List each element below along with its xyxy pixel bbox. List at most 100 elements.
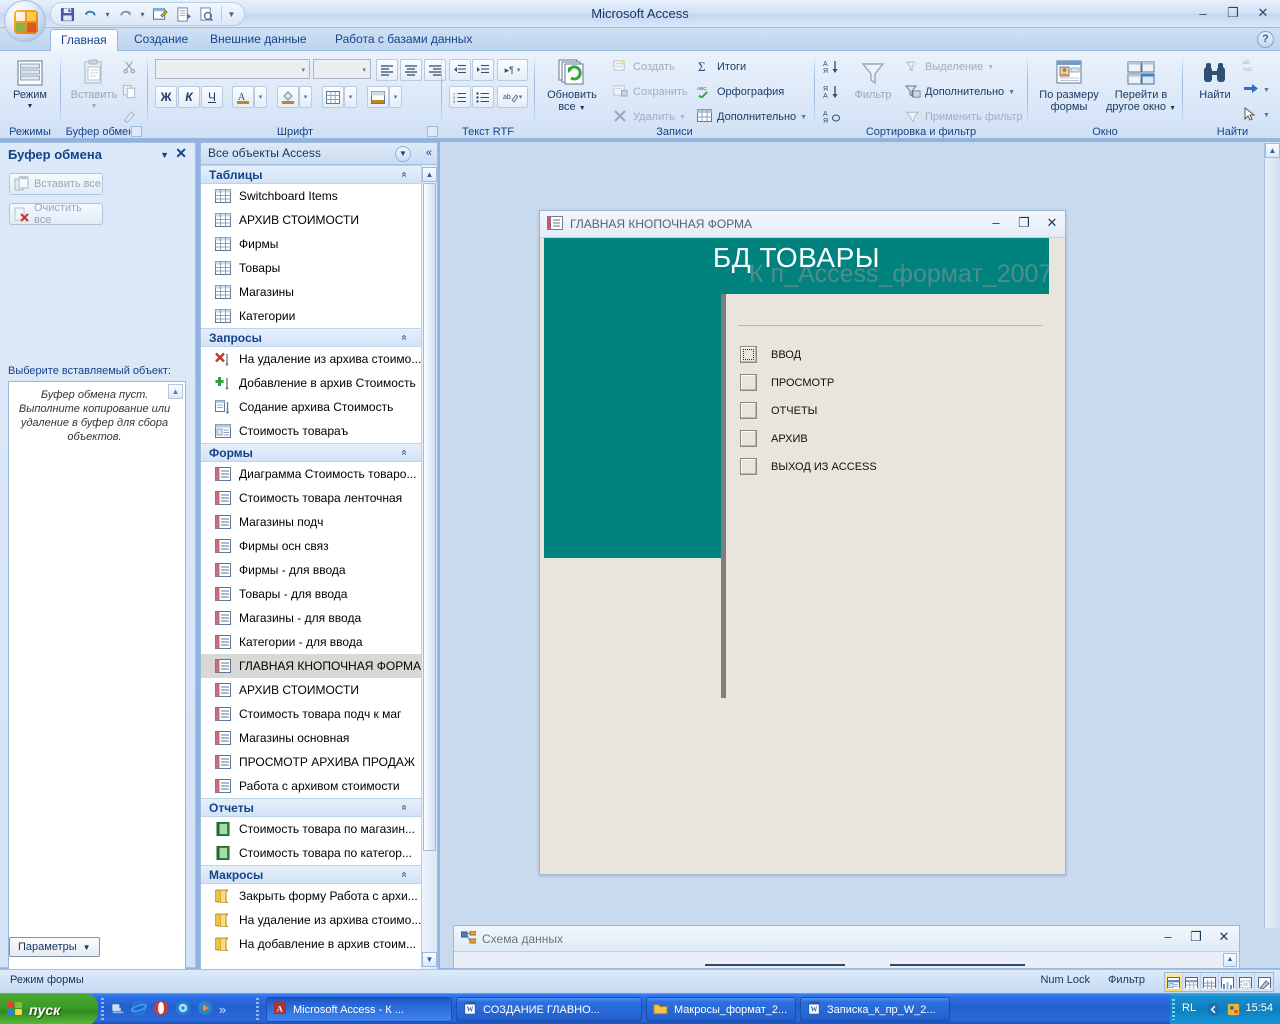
- tab-external-data[interactable]: Внешние данные: [200, 29, 317, 51]
- relationships-restore-button[interactable]: ❐: [1189, 929, 1203, 945]
- tray-language-indicator[interactable]: RL: [1182, 1002, 1196, 1014]
- switchboard-option-button-1[interactable]: [740, 346, 757, 363]
- align-center-button[interactable]: [400, 59, 422, 81]
- alternate-fill-button[interactable]: [367, 86, 389, 108]
- refresh-all-icon[interactable]: [150, 4, 170, 24]
- bulleted-list-button[interactable]: [472, 86, 494, 108]
- go-to-button[interactable]: ▼: [1243, 82, 1270, 98]
- relationships-canvas[interactable]: ▲: [455, 952, 1238, 968]
- tray-arrow-icon[interactable]: [1206, 1002, 1221, 1020]
- nav-item[interactable]: Фирмы: [201, 232, 423, 256]
- go-to-caret[interactable]: ▼: [1263, 87, 1270, 94]
- relationships-minimize-button[interactable]: –: [1161, 929, 1175, 945]
- undo-icon[interactable]: [80, 4, 100, 24]
- clear-sort-button[interactable]: АЯ: [823, 109, 839, 125]
- tray-app-icon[interactable]: [1226, 1002, 1241, 1020]
- totals-button[interactable]: Σ Итоги: [697, 59, 746, 75]
- align-right-button[interactable]: [424, 59, 446, 81]
- internet-explorer-icon[interactable]: [131, 1000, 147, 1019]
- undo-dropdown-arrow[interactable]: ▾: [103, 10, 112, 19]
- switchboard-restore-button[interactable]: ❐: [1017, 215, 1031, 231]
- delete-record-caret[interactable]: ▼: [679, 114, 686, 121]
- nav-group-header-4[interactable]: Макросы«: [201, 865, 423, 884]
- refresh-all-button[interactable]: Обновить все ▼: [541, 57, 603, 115]
- format-painter-button[interactable]: [122, 109, 138, 125]
- form-view-button[interactable]: [1165, 973, 1183, 991]
- minimize-button[interactable]: –: [1192, 3, 1214, 23]
- relationships-scroll-up-button[interactable]: ▲: [1223, 953, 1237, 967]
- nav-scroll-up-button[interactable]: ▲: [422, 167, 437, 182]
- switchboard-titlebar[interactable]: ГЛАВНАЯ КНОПОЧНАЯ ФОРМА – ❐ ✕: [540, 211, 1065, 238]
- start-button[interactable]: пуск: [0, 994, 98, 1024]
- new-object-icon[interactable]: [173, 4, 193, 24]
- records-more-button[interactable]: Дополнительно ▼: [697, 109, 807, 125]
- close-button[interactable]: ✕: [1252, 3, 1274, 23]
- copy-button[interactable]: [122, 84, 138, 100]
- nav-item[interactable]: Закрыть форму Работа с архи...: [201, 884, 423, 908]
- help-icon[interactable]: ?: [1257, 31, 1274, 48]
- save-icon[interactable]: [57, 4, 77, 24]
- select-caret[interactable]: ▼: [1263, 112, 1270, 119]
- nav-item[interactable]: Стоимость товараъ: [201, 419, 423, 443]
- find-button[interactable]: Найти: [1187, 57, 1243, 101]
- nav-item[interactable]: На удаление из архива стоимо...: [201, 908, 423, 932]
- font-size-input[interactable]: ▾: [313, 59, 371, 79]
- quick-launch-overflow-icon[interactable]: »: [219, 1002, 226, 1017]
- tray-grip[interactable]: [1172, 999, 1175, 1020]
- paste-all-button[interactable]: Вставить все: [9, 173, 103, 195]
- media-center-icon[interactable]: [175, 1000, 191, 1019]
- clipboard-pane-close-icon[interactable]: ✕: [175, 145, 187, 162]
- redo-dropdown-arrow[interactable]: ▾: [138, 10, 147, 19]
- selection-caret[interactable]: ▼: [987, 64, 994, 71]
- view-mode-button[interactable]: Режим ▼: [2, 57, 58, 113]
- switch-windows-button[interactable]: Перейти в другое окно ▼: [1105, 57, 1177, 115]
- nav-item[interactable]: Магазины основная: [201, 726, 423, 750]
- switchboard-option-button-5[interactable]: [740, 458, 757, 475]
- fill-color-button[interactable]: [277, 86, 299, 108]
- paste-button[interactable]: Вставить ▼: [66, 57, 122, 113]
- filter-button[interactable]: Фильтр: [847, 57, 899, 101]
- workspace-scroll-up-button[interactable]: ▲: [1265, 143, 1280, 158]
- font-dialog-launcher[interactable]: [427, 126, 438, 137]
- font-color-caret[interactable]: ▾: [254, 86, 267, 108]
- nav-item[interactable]: На удаление из архива стоимо...: [201, 347, 423, 371]
- switchboard-item-vvod[interactable]: ВВОД: [740, 346, 801, 363]
- alternate-fill-caret[interactable]: ▾: [389, 86, 402, 108]
- nav-item[interactable]: ПРОСМОТР АРХИВА ПРОДАЖ: [201, 750, 423, 774]
- switchboard-minimize-button[interactable]: –: [989, 215, 1003, 231]
- taskbar-item-access[interactable]: A Microsoft Access - К ...: [266, 997, 452, 1022]
- nav-item[interactable]: Стоимость товара по магазин...: [201, 817, 423, 841]
- chevron-up-icon[interactable]: «: [399, 805, 410, 811]
- nav-item[interactable]: Добавление в архив Стоимость: [201, 371, 423, 395]
- layout-view-button[interactable]: [1237, 973, 1255, 991]
- switchboard-option-button-4[interactable]: [740, 430, 757, 447]
- nav-item[interactable]: Фирмы - для ввода: [201, 558, 423, 582]
- nav-item[interactable]: Диаграмма Стоимость товаро...: [201, 462, 423, 486]
- redo-icon[interactable]: [115, 4, 135, 24]
- nav-item[interactable]: Категории: [201, 304, 423, 328]
- text-direction-button[interactable]: ▸¶▾: [497, 59, 528, 81]
- delete-record-button[interactable]: Удалить ▼: [613, 109, 686, 125]
- nav-item[interactable]: Switchboard Items: [201, 184, 423, 208]
- pivot-table-view-button[interactable]: [1201, 973, 1219, 991]
- media-player-icon[interactable]: [197, 1000, 213, 1019]
- decrease-indent-button[interactable]: [449, 59, 471, 81]
- taskbar-item-word-1[interactable]: W СОЗДАНИЕ ГЛАВНО...: [456, 997, 642, 1022]
- nav-item[interactable]: АРХИВ СТОИМОСТИ: [201, 208, 423, 232]
- increase-indent-button[interactable]: [472, 59, 494, 81]
- nav-scroll-down-button[interactable]: ▼: [422, 952, 437, 967]
- bold-button[interactable]: Ж: [155, 86, 177, 108]
- quick-launch-grip-right[interactable]: [256, 998, 259, 1020]
- workspace-scrollbar[interactable]: ▲: [1264, 142, 1280, 928]
- chevron-down-icon[interactable]: ▼: [395, 146, 411, 162]
- replace-button[interactable]: abчас: [1243, 57, 1259, 73]
- gridlines-button[interactable]: [322, 86, 344, 108]
- nav-item[interactable]: Стоимость товара по категор...: [201, 841, 423, 865]
- tab-database-tools[interactable]: Работа с базами данных: [325, 29, 482, 51]
- align-left-button[interactable]: [376, 59, 398, 81]
- font-color-button[interactable]: A: [232, 86, 254, 108]
- clipboard-pane-dropdown-icon[interactable]: ▼: [160, 150, 169, 160]
- switchboard-option-button-2[interactable]: [740, 374, 757, 391]
- nav-item[interactable]: Категории - для ввода: [201, 630, 423, 654]
- collapse-nav-pane-icon[interactable]: «: [426, 147, 432, 159]
